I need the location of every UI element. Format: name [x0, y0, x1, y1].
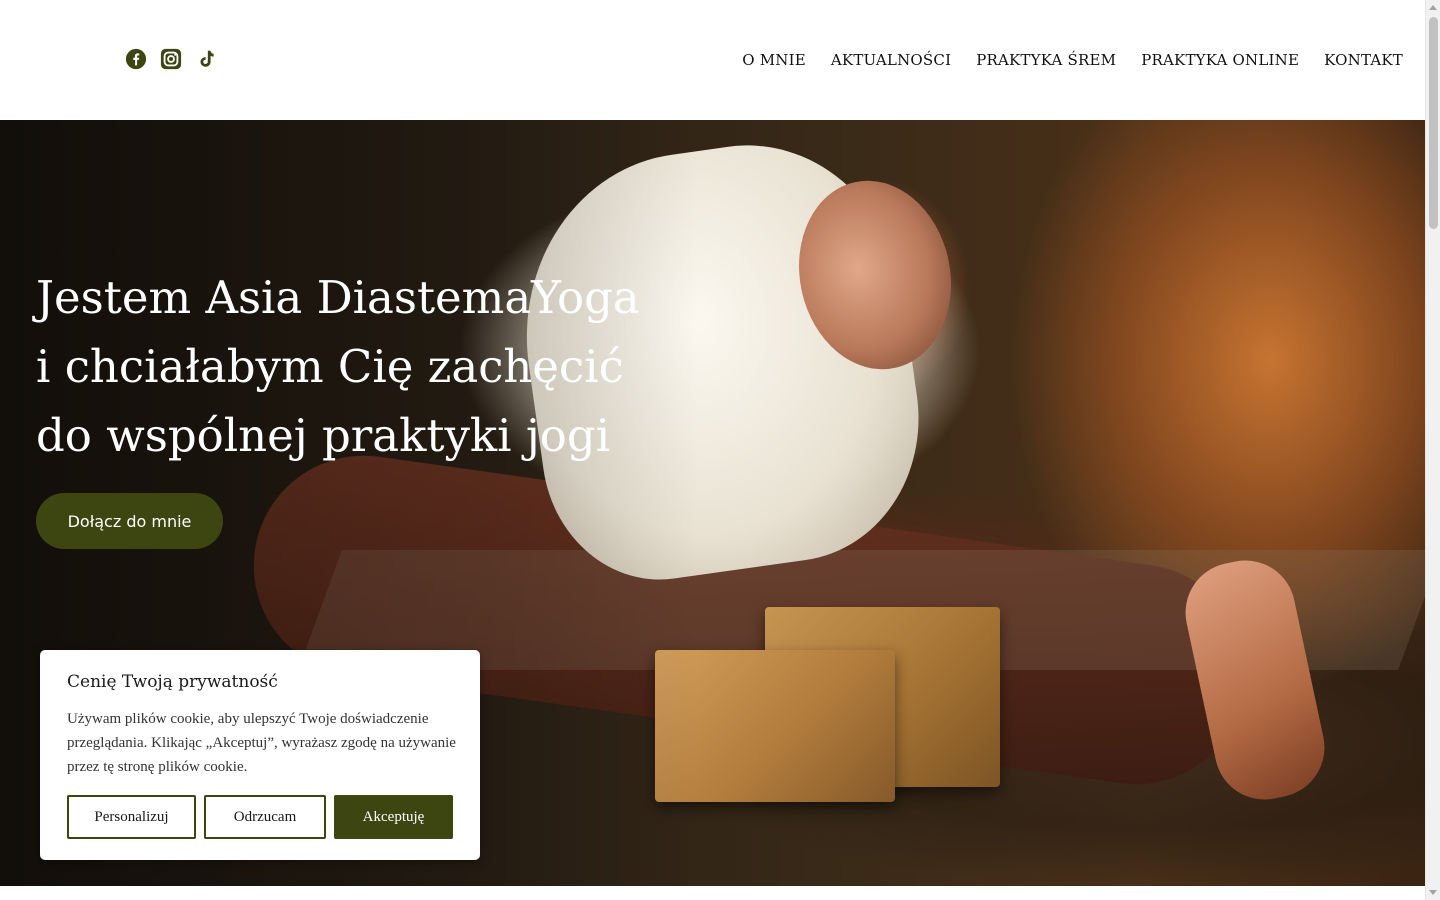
- site-header: O MNIE AKTUALNOŚCI PRAKTYKA ŚREM PRAKTYK…: [0, 0, 1425, 120]
- hero-title-line: i chciałabym Cię zachęcić: [36, 340, 624, 393]
- page-bottom-edge: [0, 886, 1425, 900]
- cookie-banner: Cenię Twoją prywatność Używam plików coo…: [40, 650, 480, 860]
- accept-button[interactable]: Akceptuję: [334, 795, 453, 839]
- scroll-up-arrow-icon[interactable]: [1429, 5, 1437, 10]
- hero-title-line: do wspólnej praktyki jogi: [36, 409, 611, 462]
- scrollbar[interactable]: [1425, 0, 1440, 900]
- reject-button[interactable]: Odrzucam: [204, 795, 326, 839]
- cookie-title: Cenię Twoją prywatność: [67, 672, 278, 692]
- nav-item-praktyka-online[interactable]: PRAKTYKA ONLINE: [1141, 50, 1299, 70]
- scroll-down-arrow-icon[interactable]: [1429, 890, 1437, 895]
- main-nav: O MNIE AKTUALNOŚCI PRAKTYKA ŚREM PRAKTYK…: [742, 50, 1403, 70]
- hero-title-line: Jestem Asia DiastemaYoga: [36, 271, 640, 324]
- join-me-button[interactable]: Dołącz do mnie: [36, 493, 223, 549]
- nav-item-aktualnosci[interactable]: AKTUALNOŚCI: [831, 50, 951, 70]
- nav-item-praktyka-srem[interactable]: PRAKTYKA ŚREM: [976, 50, 1116, 70]
- nav-item-o-mnie[interactable]: O MNIE: [742, 50, 806, 70]
- hero-title: Jestem Asia DiastemaYoga i chciałabym Ci…: [36, 263, 676, 470]
- scroll-thumb[interactable]: [1429, 17, 1438, 229]
- facebook-icon[interactable]: [125, 48, 147, 70]
- instagram-icon[interactable]: [160, 48, 182, 70]
- personalize-button[interactable]: Personalizuj: [67, 795, 196, 839]
- cookie-text: Używam plików cookie, aby ulepszyć Twoje…: [67, 711, 456, 775]
- social-links: [125, 48, 217, 70]
- tiktok-icon[interactable]: [195, 48, 217, 70]
- nav-item-kontakt[interactable]: KONTAKT: [1324, 50, 1403, 70]
